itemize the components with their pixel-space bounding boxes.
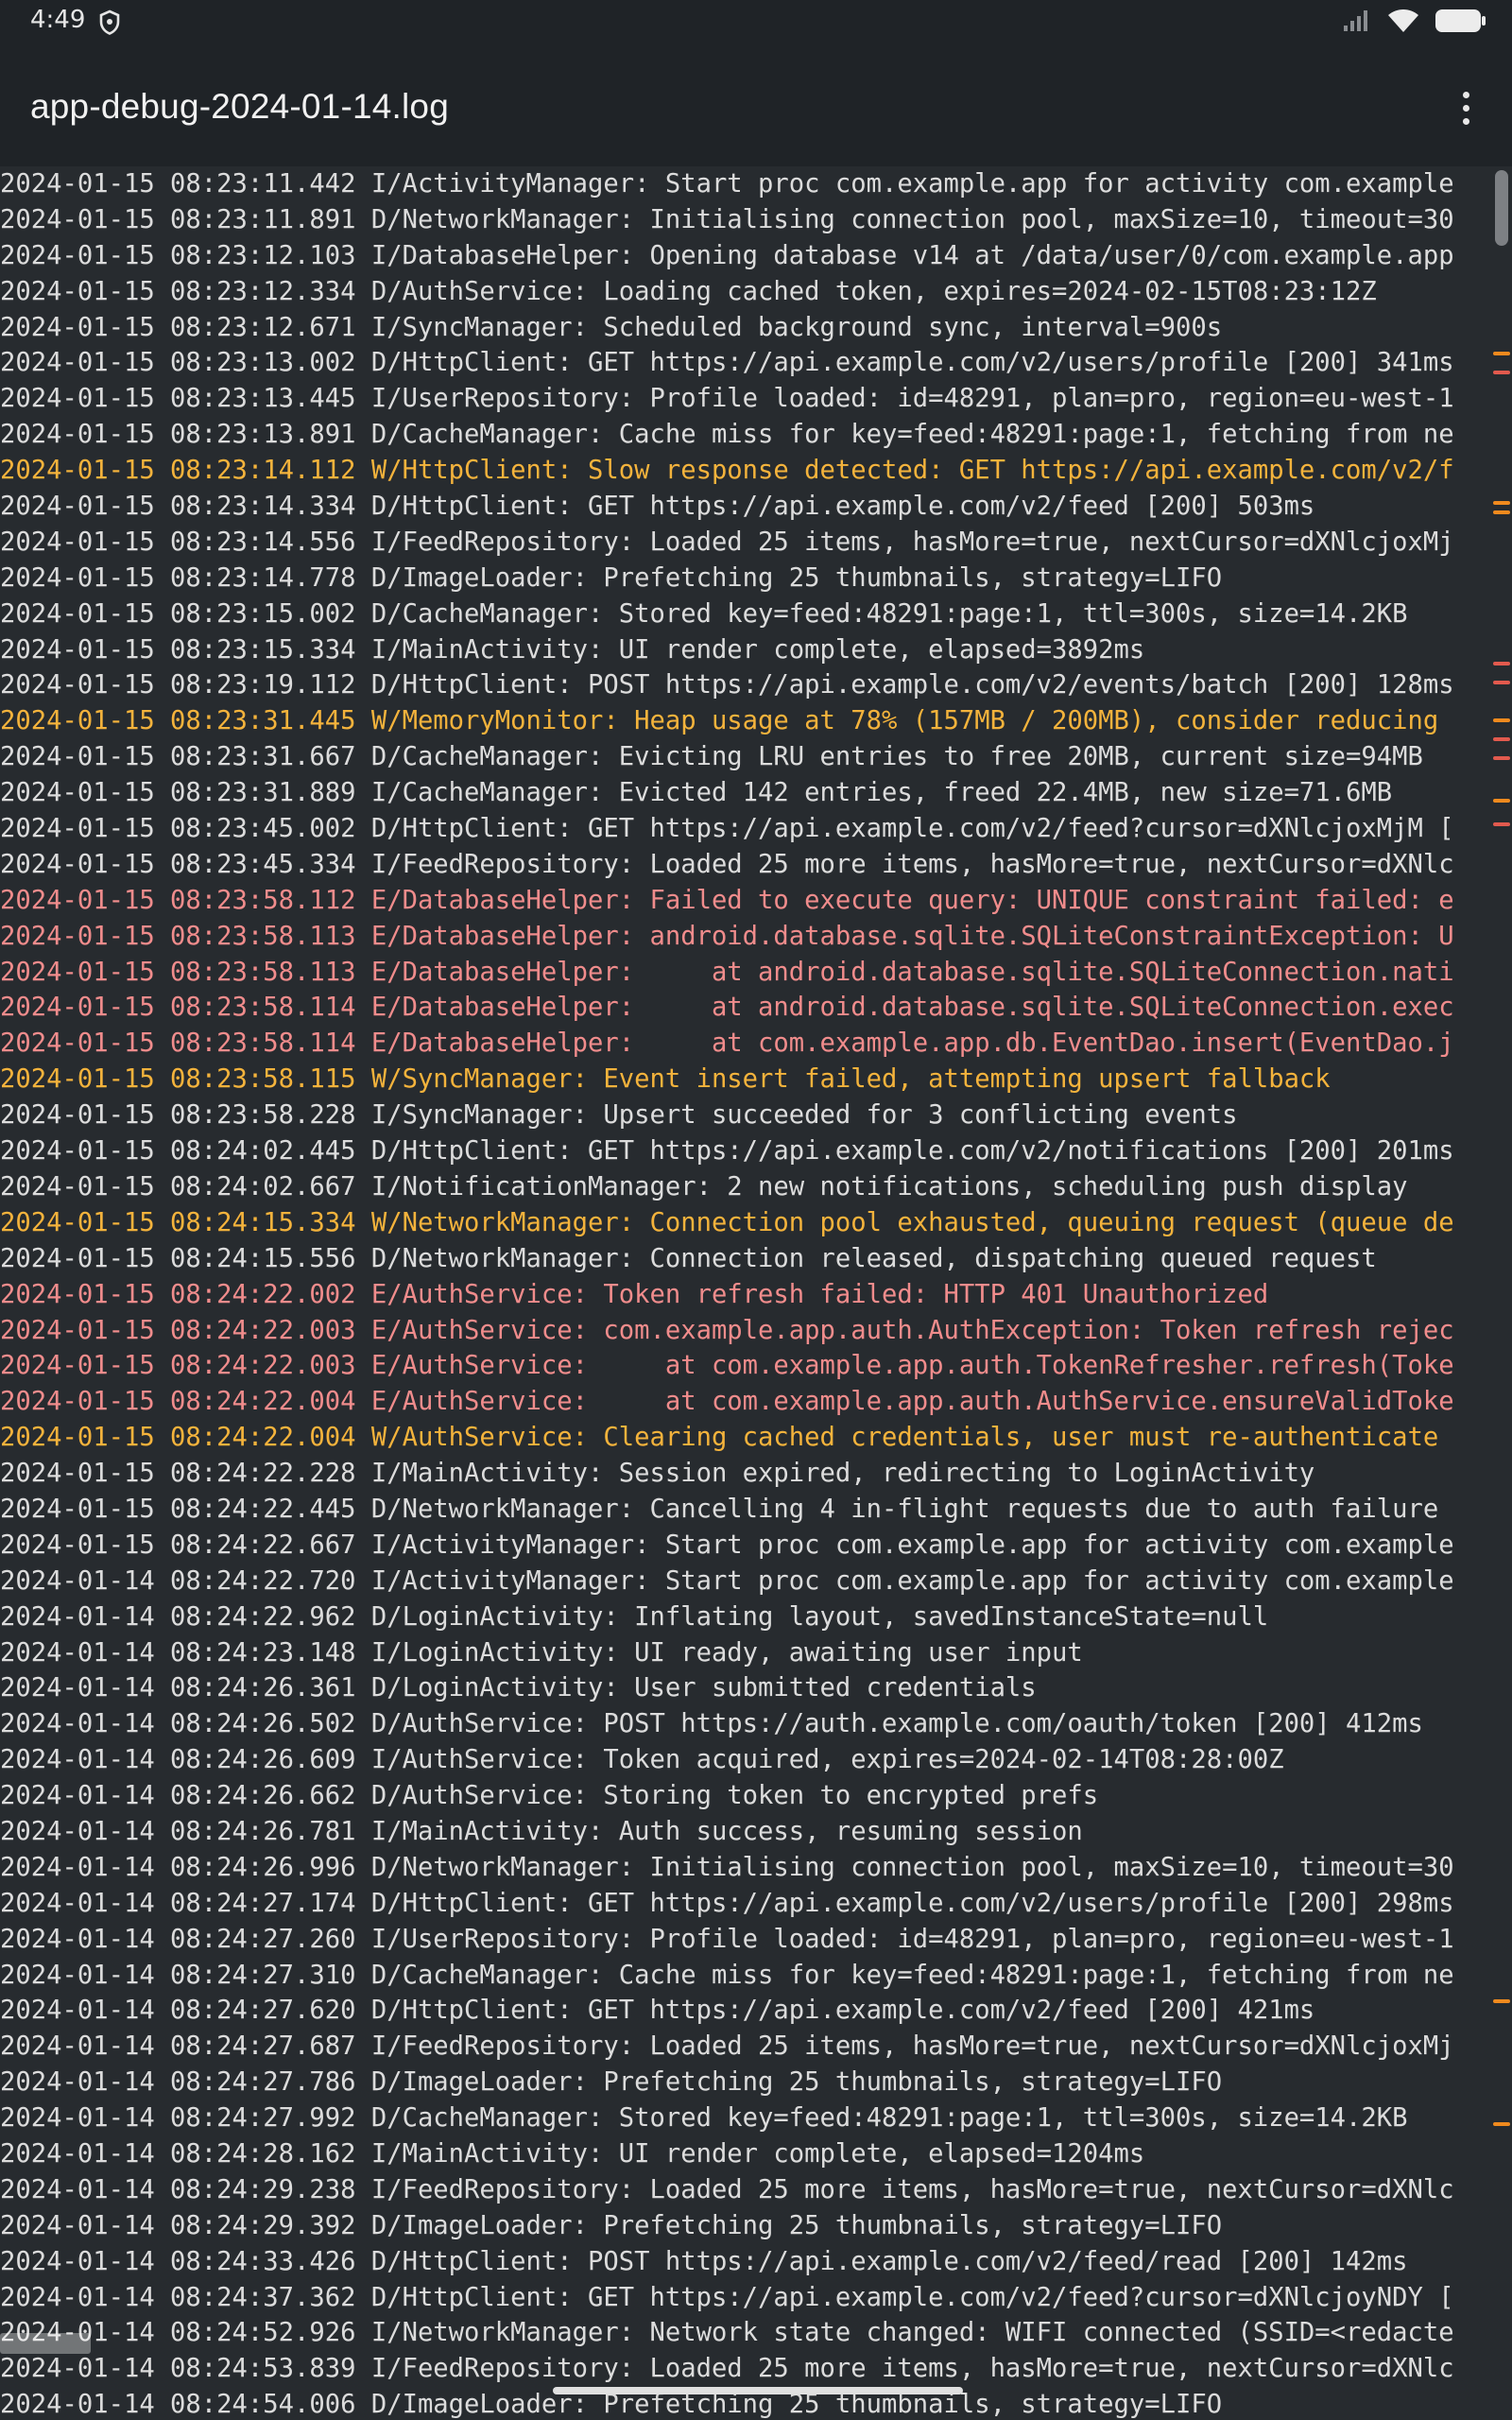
log-line: 2024-01-15 08:24:22.667 I/ActivityManage… — [0, 1530, 1454, 1560]
log-line: 2024-01-14 08:24:28.162 I/MainActivity: … — [0, 2138, 1145, 2169]
signal-icon — [1342, 9, 1372, 37]
error-marker — [1493, 681, 1510, 684]
log-line: 2024-01-14 08:24:27.786 D/ImageLoader: P… — [0, 2067, 1223, 2098]
log-line: 2024-01-15 08:23:15.002 D/CacheManager: … — [0, 598, 1408, 629]
log-line: 2024-01-15 08:23:31.667 D/CacheManager: … — [0, 742, 1423, 772]
log-line: 2024-01-15 08:24:22.445 D/NetworkManager… — [0, 1494, 1439, 1524]
log-line: 2024-01-14 08:24:26.996 D/NetworkManager… — [0, 1852, 1454, 1882]
log-line: 2024-01-15 08:24:22.004 W/AuthService: C… — [0, 1423, 1439, 1453]
log-line: 2024-01-15 08:23:58.114 E/DatabaseHelper… — [0, 993, 1454, 1023]
log-line: 2024-01-15 08:24:15.334 W/NetworkManager… — [0, 1207, 1454, 1237]
error-marker — [1493, 822, 1510, 826]
error-marker — [1493, 662, 1510, 666]
log-line: 2024-01-15 08:24:22.004 E/AuthService: a… — [0, 1387, 1454, 1417]
log-line: 2024-01-15 08:23:12.334 D/AuthService: L… — [0, 276, 1377, 306]
wifi-icon — [1387, 8, 1419, 38]
log-line: 2024-01-15 08:23:11.891 D/NetworkManager… — [0, 204, 1454, 234]
warning-marker — [1493, 1999, 1510, 2003]
log-line: 2024-01-15 08:24:22.003 E/AuthService: a… — [0, 1351, 1454, 1381]
log-line: 2024-01-15 08:24:02.445 D/HttpClient: GE… — [0, 1136, 1454, 1167]
error-marker — [1493, 371, 1510, 374]
log-line: 2024-01-15 08:23:14.334 D/HttpClient: GE… — [0, 492, 1315, 522]
drag-ghost — [0, 2333, 91, 2354]
scrollbar-thumb[interactable] — [1495, 170, 1508, 246]
log-line: 2024-01-15 08:23:15.334 I/MainActivity: … — [0, 634, 1145, 665]
log-line: 2024-01-15 08:23:58.228 I/SyncManager: U… — [0, 1100, 1238, 1131]
file-title: app-debug-2024-01-14.log — [30, 87, 449, 126]
warning-marker — [1493, 799, 1510, 803]
error-marker — [1493, 737, 1510, 741]
log-line: 2024-01-15 08:23:45.334 I/FeedRepository… — [0, 849, 1454, 879]
log-line: 2024-01-15 08:23:45.002 D/HttpClient: GE… — [0, 814, 1454, 844]
log-line: 2024-01-15 08:23:58.112 E/DatabaseHelper… — [0, 885, 1454, 915]
log-line: 2024-01-14 08:24:26.781 I/MainActivity: … — [0, 1816, 1083, 1846]
log-line: 2024-01-15 08:23:31.445 W/MemoryMonitor:… — [0, 706, 1439, 736]
warning-marker — [1493, 510, 1510, 514]
log-line: 2024-01-15 08:24:22.002 E/AuthService: T… — [0, 1279, 1269, 1309]
log-line: 2024-01-15 08:23:14.556 I/FeedRepository… — [0, 527, 1454, 557]
shield-icon — [98, 9, 121, 40]
battery-icon — [1435, 8, 1487, 38]
log-line: 2024-01-14 08:24:27.260 I/UserRepository… — [0, 1924, 1454, 1954]
log-line: 2024-01-14 08:24:33.426 D/HttpClient: PO… — [0, 2246, 1408, 2276]
log-line: 2024-01-14 08:24:26.502 D/AuthService: P… — [0, 1709, 1423, 1739]
log-line: 2024-01-14 08:24:27.620 D/HttpClient: GE… — [0, 1996, 1315, 2026]
log-line: 2024-01-15 08:23:13.445 I/UserRepository… — [0, 384, 1454, 414]
status-time: 4:49 — [30, 6, 86, 34]
log-line: 2024-01-14 08:24:27.174 D/HttpClient: GE… — [0, 1888, 1454, 1918]
log-line: 2024-01-15 08:23:14.778 D/ImageLoader: P… — [0, 562, 1223, 593]
log-line: 2024-01-15 08:23:14.112 W/HttpClient: Sl… — [0, 456, 1454, 486]
log-line: 2024-01-15 08:23:12.671 I/SyncManager: S… — [0, 312, 1223, 342]
log-line: 2024-01-15 08:23:19.112 D/HttpClient: PO… — [0, 670, 1454, 700]
log-line: 2024-01-14 08:24:27.687 I/FeedRepository… — [0, 2031, 1454, 2062]
log-line: 2024-01-14 08:24:53.839 I/FeedRepository… — [0, 2354, 1454, 2384]
warning-marker — [1493, 501, 1510, 505]
log-line: 2024-01-15 08:23:58.113 E/DatabaseHelper… — [0, 957, 1454, 987]
log-line: 2024-01-15 08:23:13.891 D/CacheManager: … — [0, 420, 1454, 450]
log-view[interactable]: 2024-01-15 08:23:11.442 I/ActivityManage… — [0, 166, 1512, 2420]
log-line: 2024-01-15 08:23:58.114 E/DatabaseHelper… — [0, 1028, 1454, 1059]
log-line: 2024-01-14 08:24:27.992 D/CacheManager: … — [0, 2103, 1408, 2134]
log-line: 2024-01-14 08:24:22.720 I/ActivityManage… — [0, 1565, 1454, 1596]
log-line: 2024-01-14 08:24:29.238 I/FeedRepository… — [0, 2174, 1454, 2204]
log-line: 2024-01-15 08:23:13.002 D/HttpClient: GE… — [0, 348, 1454, 378]
log-line: 2024-01-15 08:24:22.003 E/AuthService: c… — [0, 1315, 1454, 1345]
error-marker — [1493, 756, 1510, 760]
log-line: 2024-01-14 08:24:26.609 I/AuthService: T… — [0, 1745, 1284, 1775]
log-line: 2024-01-14 08:24:26.662 D/AuthService: S… — [0, 1781, 1099, 1811]
log-line: 2024-01-15 08:24:22.228 I/MainActivity: … — [0, 1459, 1315, 1489]
log-line: 2024-01-15 08:24:15.556 D/NetworkManager… — [0, 1243, 1377, 1273]
log-line: 2024-01-15 08:23:58.115 W/SyncManager: E… — [0, 1064, 1331, 1095]
log-line: 2024-01-14 08:24:29.392 D/ImageLoader: P… — [0, 2210, 1223, 2240]
log-line: 2024-01-15 08:23:12.103 I/DatabaseHelper… — [0, 240, 1454, 270]
log-line: 2024-01-15 08:23:58.113 E/DatabaseHelper… — [0, 921, 1454, 951]
log-line: 2024-01-15 08:23:31.889 I/CacheManager: … — [0, 778, 1393, 808]
log-line: 2024-01-15 08:24:02.667 I/NotificationMa… — [0, 1171, 1408, 1201]
log-line: 2024-01-14 08:24:52.926 I/NetworkManager… — [0, 2318, 1454, 2348]
log-line: 2024-01-14 08:24:27.310 D/CacheManager: … — [0, 1960, 1454, 1990]
warning-marker — [1493, 352, 1510, 355]
log-line: 2024-01-14 08:24:37.362 D/HttpClient: GE… — [0, 2282, 1454, 2312]
log-line: 2024-01-14 08:24:23.148 I/LoginActivity:… — [0, 1637, 1083, 1668]
warning-marker — [1493, 718, 1510, 722]
overflow-menu-icon[interactable] — [1444, 81, 1487, 134]
log-line: 2024-01-14 08:24:22.962 D/LoginActivity:… — [0, 1601, 1269, 1632]
status-bar: 4:49 — [0, 0, 1512, 47]
log-line: 2024-01-15 08:23:11.442 I/ActivityManage… — [0, 169, 1454, 199]
warning-marker — [1493, 2122, 1510, 2126]
home-indicator[interactable] — [553, 2387, 963, 2394]
log-line: 2024-01-14 08:24:26.361 D/LoginActivity:… — [0, 1673, 1037, 1703]
app-bar: app-debug-2024-01-14.log — [0, 47, 1512, 166]
